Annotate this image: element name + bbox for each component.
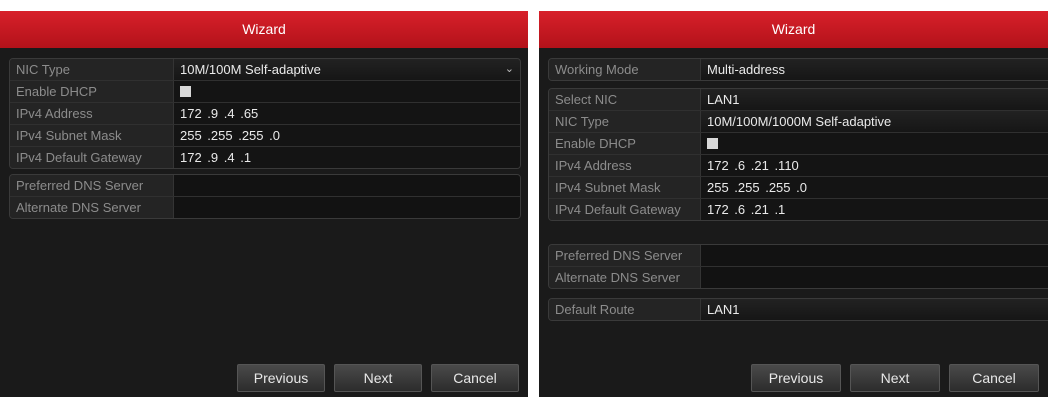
ipv4-address-row: IPv4 Address 172 .6 .21 .110 (549, 154, 1048, 176)
dns-settings-group: Preferred DNS Server Alternate DNS Serve… (9, 174, 521, 219)
ipv4-address-label: IPv4 Address (10, 103, 174, 124)
nic-type-select[interactable]: 10M/100M/1000M Self-adaptive ⌄ (701, 111, 1048, 132)
enable-dhcp-row: Enable DHCP (10, 80, 520, 102)
previous-button[interactable]: Previous (237, 364, 325, 392)
working-mode-select[interactable]: Multi-address ⌄ (701, 59, 1048, 80)
select-nic-label: Select NIC (549, 89, 701, 110)
nic-type-row: NIC Type 10M/100M Self-adaptive ⌄ (10, 59, 520, 80)
working-mode-label: Working Mode (549, 59, 701, 80)
enable-dhcp-row: Enable DHCP (549, 132, 1048, 154)
preferred-dns-field[interactable] (174, 175, 520, 196)
select-nic-value: LAN1 (707, 92, 740, 107)
alternate-dns-field[interactable] (701, 267, 1048, 288)
nic-type-label: NIC Type (549, 111, 701, 132)
next-button[interactable]: Next (850, 364, 940, 392)
dialog-title: Wizard (0, 11, 528, 48)
default-route-group: Default Route LAN1 ⌄ (548, 298, 1048, 321)
default-gateway-label: IPv4 Default Gateway (10, 147, 174, 168)
enable-dhcp-checkbox[interactable] (707, 138, 718, 150)
subnet-mask-field[interactable]: 255 .255 .255 .0 (174, 125, 520, 146)
dialog-title: Wizard (539, 11, 1048, 48)
preferred-dns-label: Preferred DNS Server (549, 245, 701, 266)
default-route-select[interactable]: LAN1 ⌄ (701, 299, 1048, 320)
ipv4-address-field[interactable]: 172 .6 .21 .110 (701, 155, 1048, 176)
next-button[interactable]: Next (334, 364, 422, 392)
select-nic-row: Select NIC LAN1 ⌄ (549, 89, 1048, 110)
preferred-dns-field[interactable] (701, 245, 1048, 266)
default-route-label: Default Route (549, 299, 701, 320)
default-gateway-row: IPv4 Default Gateway 172 .9 .4 .1 (10, 146, 520, 168)
nic-type-select[interactable]: 10M/100M Self-adaptive ⌄ (174, 59, 520, 80)
dialog-body: Working Mode Multi-address ⌄ Select NIC … (539, 48, 1048, 397)
preferred-dns-row: Preferred DNS Server (549, 245, 1048, 266)
default-gateway-row: IPv4 Default Gateway 172 .6 .21 .1 (549, 198, 1048, 220)
alternate-dns-field[interactable] (174, 197, 520, 218)
default-route-value: LAN1 (707, 302, 740, 317)
cancel-button[interactable]: Cancel (431, 364, 519, 392)
subnet-mask-label: IPv4 Subnet Mask (10, 125, 174, 146)
cancel-button[interactable]: Cancel (949, 364, 1039, 392)
enable-dhcp-label: Enable DHCP (549, 133, 701, 154)
default-gateway-field[interactable]: 172 .9 .4 .1 (174, 147, 520, 168)
button-bar: Previous Next Cancel (539, 364, 1048, 397)
chevron-down-icon: ⌄ (504, 63, 514, 75)
enable-dhcp-value (174, 81, 520, 102)
preferred-dns-row: Preferred DNS Server (10, 175, 520, 196)
alternate-dns-label: Alternate DNS Server (10, 197, 174, 218)
default-route-row: Default Route LAN1 ⌄ (549, 299, 1048, 320)
working-mode-row: Working Mode Multi-address ⌄ (549, 59, 1048, 80)
ipv4-address-field[interactable]: 172 .9 .4 .65 (174, 103, 520, 124)
alternate-dns-row: Alternate DNS Server (549, 266, 1048, 288)
dialog-body: NIC Type 10M/100M Self-adaptive ⌄ Enable… (0, 48, 528, 397)
alternate-dns-label: Alternate DNS Server (549, 267, 701, 288)
subnet-mask-label: IPv4 Subnet Mask (549, 177, 701, 198)
network-settings-group: Select NIC LAN1 ⌄ NIC Type 10M/100M/1000… (548, 88, 1048, 221)
working-mode-group: Working Mode Multi-address ⌄ (548, 58, 1048, 81)
network-settings-group: NIC Type 10M/100M Self-adaptive ⌄ Enable… (9, 58, 521, 169)
enable-dhcp-value (701, 133, 1048, 154)
wizard-dialog-right: Wizard Working Mode Multi-address ⌄ Sele… (539, 11, 1048, 397)
default-gateway-field[interactable]: 172 .6 .21 .1 (701, 199, 1048, 220)
nic-type-row: NIC Type 10M/100M/1000M Self-adaptive ⌄ (549, 110, 1048, 132)
ipv4-address-label: IPv4 Address (549, 155, 701, 176)
subnet-mask-row: IPv4 Subnet Mask 255 .255 .255 .0 (10, 124, 520, 146)
nic-type-label: NIC Type (10, 59, 174, 80)
previous-button[interactable]: Previous (751, 364, 841, 392)
default-gateway-label: IPv4 Default Gateway (549, 199, 701, 220)
alternate-dns-row: Alternate DNS Server (10, 196, 520, 218)
wizard-dialog-left: Wizard NIC Type 10M/100M Self-adaptive ⌄… (0, 11, 528, 397)
enable-dhcp-label: Enable DHCP (10, 81, 174, 102)
working-mode-value: Multi-address (707, 62, 786, 77)
dns-settings-group: Preferred DNS Server Alternate DNS Serve… (548, 244, 1048, 289)
select-nic-select[interactable]: LAN1 ⌄ (701, 89, 1048, 110)
nic-type-value: 10M/100M/1000M Self-adaptive (707, 114, 892, 129)
subnet-mask-row: IPv4 Subnet Mask 255 .255 .255 .0 (549, 176, 1048, 198)
ipv4-address-row: IPv4 Address 172 .9 .4 .65 (10, 102, 520, 124)
enable-dhcp-checkbox[interactable] (180, 86, 191, 98)
button-bar: Previous Next Cancel (0, 364, 528, 397)
subnet-mask-field[interactable]: 255 .255 .255 .0 (701, 177, 1048, 198)
preferred-dns-label: Preferred DNS Server (10, 175, 174, 196)
nic-type-value: 10M/100M Self-adaptive (180, 62, 321, 77)
